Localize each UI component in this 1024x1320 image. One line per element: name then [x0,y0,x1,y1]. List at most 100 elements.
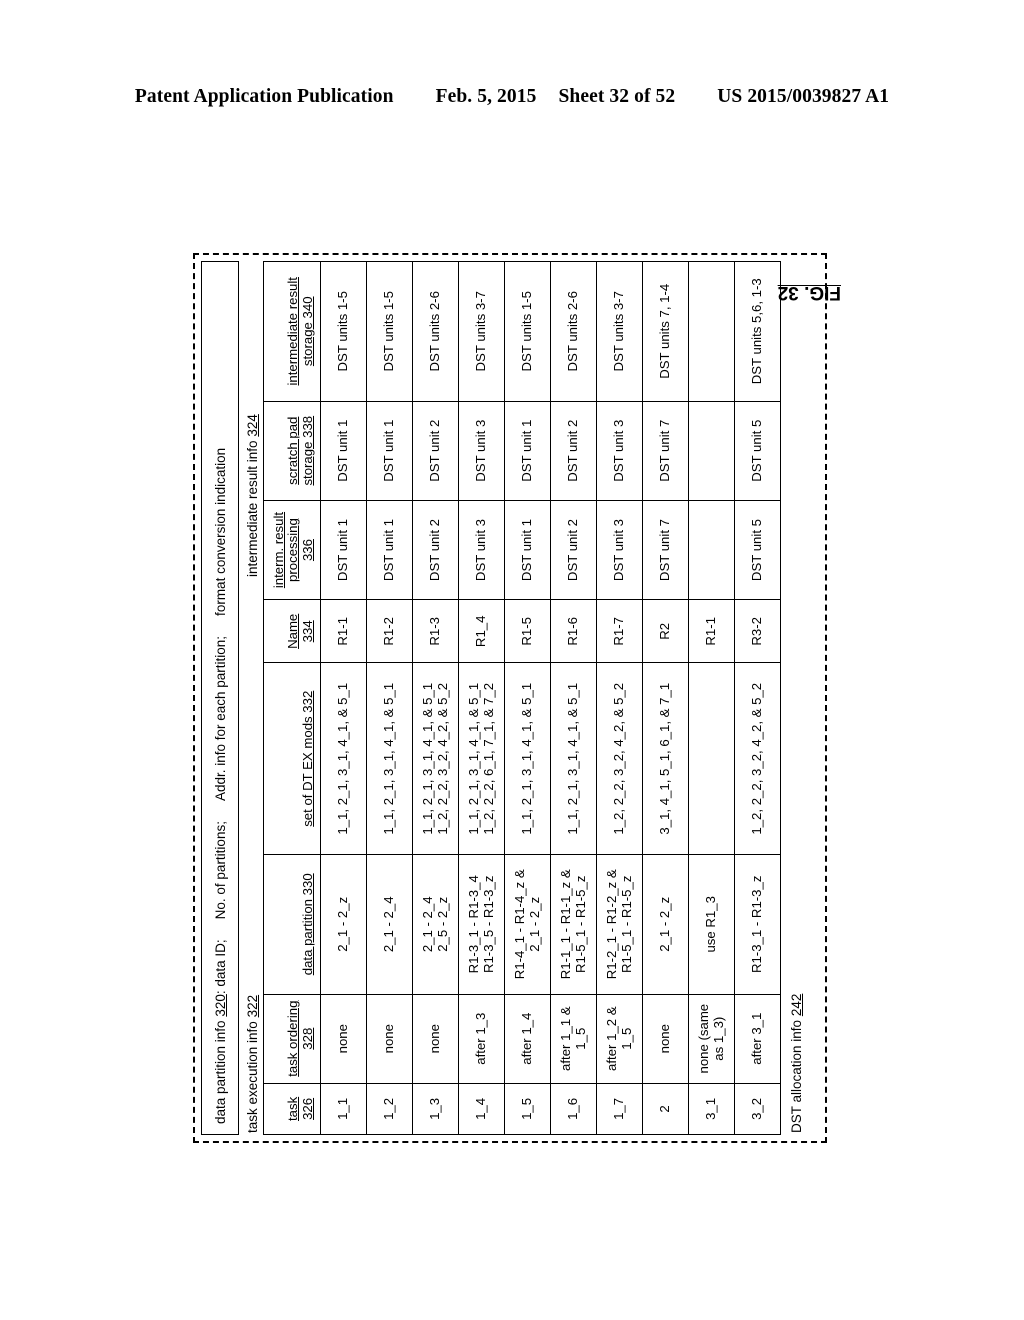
cell-dt-ex-mods: 1_1, 2_1, 3_1, 4_1, & 5_1 [504,662,551,855]
cell-dt-ex-mods: 1_1, 2_1, 3_1, 4_1, & 5_1 1_2, 2_2, 3_2, … [412,662,459,855]
intermediate-result-info-ref: 324 [245,414,260,437]
cell-interm-result-processing: DST unit 2 [550,500,597,600]
cell-task-ordering: none [320,994,367,1084]
cell-intermediate-result-storage: DST units 3-7 [596,261,643,402]
table-row: 1_3 none 2_1 - 2_4 2_5 - 2_z 1_1, 2_1, 3_1, … [412,261,459,1135]
cell-intermediate-result-storage: DST units 1-5 [504,261,551,402]
cell-task-ordering-line: none [657,1024,673,1054]
column-header-name-line2: 334 [300,620,316,643]
cell-task-ordering-line: after 1_3 [473,1012,489,1065]
cell-scratch-pad-storage: DST unit 5 [734,401,781,501]
cell-dt-ex-mods-line: 1_1, 2_1, 3_1, 4_1, & 5_1 [465,682,481,835]
cell-scratch-pad-storage: DST unit 3 [458,401,505,501]
cell-scratch-pad-storage: DST unit 1 [320,401,367,501]
data-partition-info-field-1: No. of partitions; [212,821,228,920]
cell-data-partition: 2_1 - 2_z [320,854,367,995]
column-header-task-line2: 326 [300,1097,316,1120]
cell-data-partition-line: use R1_3 [703,896,719,953]
cell-dt-ex-mods: 3_1, 4_1, 5_1, 6_1, & 7_1 [642,662,689,855]
cell-dt-ex-mods-line: 1_1, 2_1, 3_1, 4_1, & 5_1 [519,682,535,835]
cell-data-partition: use R1_3 [688,854,735,995]
cell-interm-result-processing: DST unit 1 [320,500,367,600]
cell-data-partition-line: R1-3_1 - R1-3_4 [465,875,481,974]
cell-task: 1_4 [458,1083,505,1135]
column-header-storage-line2: storage 340 [300,296,316,367]
cell-dt-ex-mods-line: 1_2, 2_2, 3_2, 4_2, & 5_2 [749,682,765,835]
table-header-row: task 326 task ordering 328 data partitio… [263,261,321,1135]
column-header-partition-line1: data partition 330 [300,873,316,976]
cell-dt-ex-mods: 1_2, 2_2, 3_2, 4_2, & 5_2 [734,662,781,855]
table-row: 1_6 after 1_1 & 1_5 R1-1_1 - R1-1_z & R1-5_1… [550,261,597,1135]
column-header-storage-line1: intermediate result [285,277,301,386]
cell-dt-ex-mods-line: 1_1, 2_1, 3_1, 4_1, & 5_1 [381,682,397,835]
cell-name: R1-3 [412,599,459,663]
cell-dt-ex-mods-line: 1_1, 2_1, 3_1, 4_1, & 5_1 [419,682,435,835]
cell-interm-result-processing: DST unit 2 [412,500,459,600]
cell-scratch-pad-storage: DST unit 1 [366,401,413,501]
cell-task-ordering: none [412,994,459,1084]
cell-task-ordering: after 1_1 & 1_5 [550,994,597,1084]
cell-intermediate-result-storage: DST units 2-6 [412,261,459,402]
intermediate-result-info-text: intermediate result info [245,440,260,577]
cell-task-ordering: after 1_2 & 1_5 [596,994,643,1084]
cell-task-ordering-line: none [381,1024,397,1054]
header-sheet-number: Sheet 32 of 52 [558,86,676,107]
cell-data-partition-line: R1-2_1 - R1-2_z & [603,869,619,980]
data-partition-info-heading: data partition info 320: data ID; [213,939,228,1124]
header-publication-label: Patent Application Publication [134,86,394,107]
cell-name: R1-1 [320,599,367,663]
cell-task-ordering: after 1_3 [458,994,505,1084]
cell-interm-result-processing [688,500,735,600]
cell-intermediate-result-storage: DST units 3-7 [458,261,505,402]
column-header-task: task 326 [263,1083,321,1135]
cell-interm-result-processing: DST unit 1 [366,500,413,600]
cell-name: R1-5 [504,599,551,663]
cell-task: 1_2 [366,1083,413,1135]
dst-allocation-info-ref: 242 [789,993,804,1017]
cell-task-ordering: none [642,994,689,1084]
cell-data-partition: R1-1_1 - R1-1_z & R1-5_1 - R1-5_z [550,854,597,995]
cell-name: R1-2 [366,599,413,663]
table-header: task 326 task ordering 328 data partitio… [263,261,321,1135]
cell-task-ordering-line: after 1_2 & [603,1006,619,1071]
cell-task: 2 [642,1083,689,1135]
cell-task: 3_2 [734,1083,781,1135]
cell-data-partition-line: R1-5_1 - R1-5_z [618,875,634,974]
cell-intermediate-result-storage: DST units 1-5 [366,261,413,402]
cell-data-partition: 2_1 - 2_z [642,854,689,995]
cell-task-ordering-line: after 3_1 [749,1012,765,1065]
cell-data-partition: 2_1 - 2_4 [366,854,413,995]
cell-interm-result-processing: DST unit 3 [596,500,643,600]
cell-intermediate-result-storage: DST units 1-5 [320,261,367,402]
cell-dt-ex-mods-line: 1_2, 2_2, 3_2, 4_2, & 5_2 [611,682,627,835]
cell-name: R1-7 [596,599,643,663]
cell-dt-ex-mods-line: 3_1, 4_1, 5_1, 6_1, & 7_1 [657,682,673,835]
cell-data-partition: R1-3_1 - R1-3_z [734,854,781,995]
cell-task-ordering-line: after 1_1 & [557,1006,573,1071]
cell-data-partition-line: 2_1 - 2_z [657,896,673,952]
table-row: 1_7 after 1_2 & 1_5 R1-2_1 - R1-2_z & R1-5_1… [596,261,643,1135]
cell-task-ordering: none [366,994,413,1084]
cell-task: 1_7 [596,1083,643,1135]
cell-data-partition-line: R1-3_5 - R1-3_z [480,875,496,974]
cell-dt-ex-mods-line: 1_2, 2_2, 3_2, 4_2, & 5_2 [434,682,450,835]
cell-name: R1-1 [688,599,735,663]
cell-name: R3-2 [734,599,781,663]
cell-scratch-pad-storage: DST unit 1 [504,401,551,501]
column-header-proc-line1: interm. result [270,511,286,589]
data-partition-info-label: data partition info [212,1020,228,1124]
column-header-ordering-line2: 328 [300,1027,316,1050]
cell-name: R2 [642,599,689,663]
cell-task-ordering-line: none (same [695,1003,711,1074]
cell-intermediate-result-storage [688,261,735,402]
data-partition-info-field-0: : data ID; [212,939,228,995]
dst-allocation-info-title: DST allocation info 242 [789,994,804,1133]
column-header-task-ordering: task ordering 328 [263,994,321,1084]
cell-task-ordering-line: none [335,1024,351,1054]
cell-task: 1_3 [412,1083,459,1135]
data-partition-info-box: data partition info 320: data ID; No. of… [201,261,239,1135]
cell-data-partition-line: R1-3_1 - R1-3_z [749,875,765,974]
cell-scratch-pad-storage: DST unit 3 [596,401,643,501]
table-body: 1_1 none 2_1 - 2_z 1_1, 2_1, 3_1, 4_1, & 5_… [320,261,781,1135]
cell-data-partition-line: R1-5_1 - R1-5_z [572,875,588,974]
